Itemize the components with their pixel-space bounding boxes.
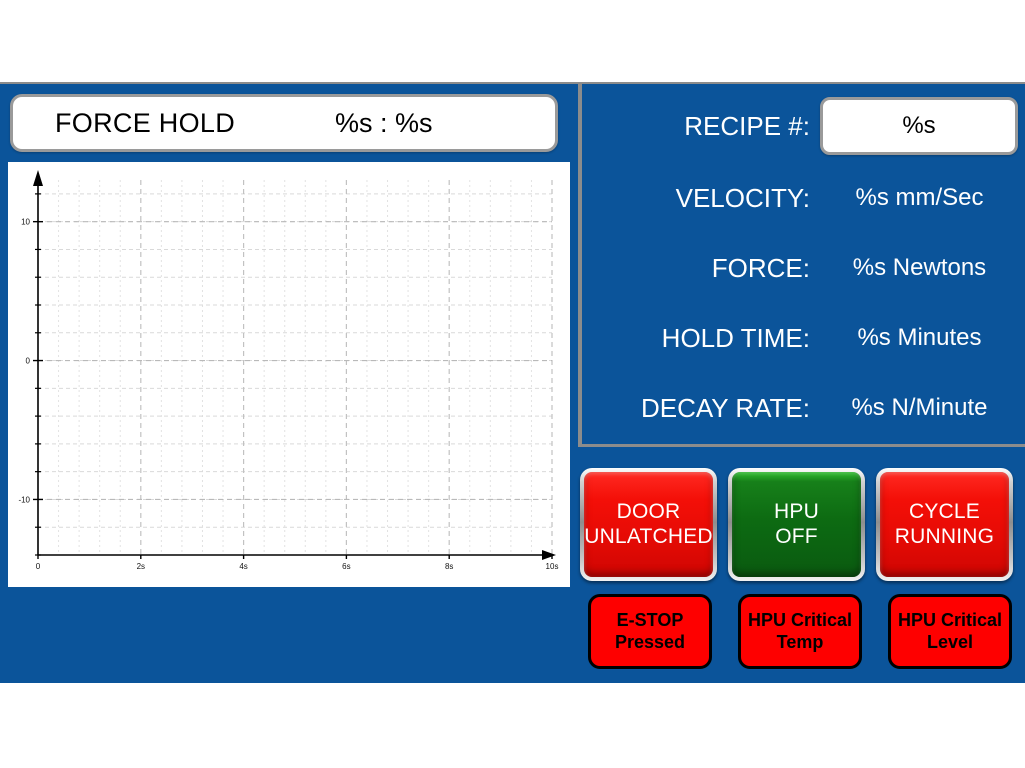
alarm-button-estop-line2: Pressed [614,631,686,652]
screen-title-bar: FORCE HOLD %s : %s [10,94,558,152]
status-button-cycle-line1: CYCLE [908,500,981,524]
recipe-number-value: %s [902,112,936,139]
trend-chart[interactable]: 0 2s 4s 6s 8s 10s -10 0 10 [8,162,570,587]
status-button-cycle-face: CYCLE RUNNING [880,472,1009,577]
alarm-button-estop[interactable]: E-STOP Pressed [588,594,712,669]
hmi-screen: FORCE HOLD %s : %s 0 2s 4s 6s 8s 10s -10 0 10 RE… [0,82,1025,683]
force-value: %s Newtons [852,254,987,281]
alarm-button-hpu-level-line1: HPU Critical [897,609,1003,630]
status-button-hpu[interactable]: HPU OFF [728,468,865,581]
status-button-door[interactable]: DOOR UNLATCHED [580,468,717,581]
status-button-hpu-face: HPU OFF [732,472,861,577]
alarm-button-estop-line1: E-STOP [616,609,684,630]
force-row: FORCE: %s Newtons [582,248,1025,288]
hold-time-row: HOLD TIME: %s Minutes [582,318,1025,358]
svg-text:2s: 2s [137,562,145,571]
status-button-door-line2: UNLATCHED [584,524,713,548]
decay-rate-value: %s N/Minute [851,394,988,421]
alarm-button-hpu-temp[interactable]: HPU Critical Temp [738,594,862,669]
hold-time-label: HOLD TIME: [661,322,810,353]
alarm-indicator-row: E-STOP Pressed HPU Critical Temp HPU Cri… [578,594,1025,674]
svg-text:0: 0 [36,562,41,571]
force-label: FORCE: [711,252,810,283]
status-indicator-row: DOOR UNLATCHED HPU OFF CYCLE RUNNING [578,468,1025,586]
recipe-label: RECIPE #: [684,110,810,141]
svg-text:6s: 6s [342,562,350,571]
alarm-button-hpu-level-line2: Level [926,631,974,652]
velocity-row: VELOCITY: %s mm/Sec [582,178,1025,218]
left-panel: FORCE HOLD %s : %s 0 2s 4s 6s 8s 10s -10 0 10 [0,82,578,683]
alarm-button-hpu-temp-line1: HPU Critical [747,609,853,630]
recipe-number-input[interactable]: %s [820,97,1018,155]
status-button-door-face: DOOR UNLATCHED [584,472,713,577]
svg-text:0: 0 [26,357,31,366]
status-button-cycle-line2: RUNNING [894,524,995,548]
alarm-button-hpu-level[interactable]: HPU Critical Level [888,594,1012,669]
right-panel: RECIPE #: %s VELOCITY: %s mm/Sec FORCE: … [578,82,1025,683]
cycle-timer: %s : %s [335,107,433,138]
svg-text:4s: 4s [239,562,247,571]
hold-time-value: %s Minutes [857,324,982,351]
status-button-hpu-line2: OFF [775,524,818,548]
velocity-value: %s mm/Sec [855,184,984,211]
svg-text:10s: 10s [546,562,559,571]
svg-text:-10: -10 [18,495,30,504]
page-title: FORCE HOLD [55,107,236,138]
chart-background [8,162,570,587]
alarm-button-hpu-temp-line2: Temp [776,631,824,652]
trend-chart-panel[interactable]: 0 2s 4s 6s 8s 10s -10 0 10 [8,162,570,587]
status-button-cycle[interactable]: CYCLE RUNNING [876,468,1013,581]
svg-text:10: 10 [21,218,30,227]
recipe-parameters-panel: RECIPE #: %s VELOCITY: %s mm/Sec FORCE: … [578,84,1025,447]
decay-rate-row: DECAY RATE: %s N/Minute [582,388,1025,428]
svg-text:8s: 8s [445,562,453,571]
status-button-hpu-line1: HPU [774,500,819,524]
velocity-label: VELOCITY: [675,182,810,213]
recipe-row: RECIPE #: %s [582,96,1025,156]
status-button-door-line1: DOOR [616,500,681,524]
decay-rate-label: DECAY RATE: [640,392,810,423]
